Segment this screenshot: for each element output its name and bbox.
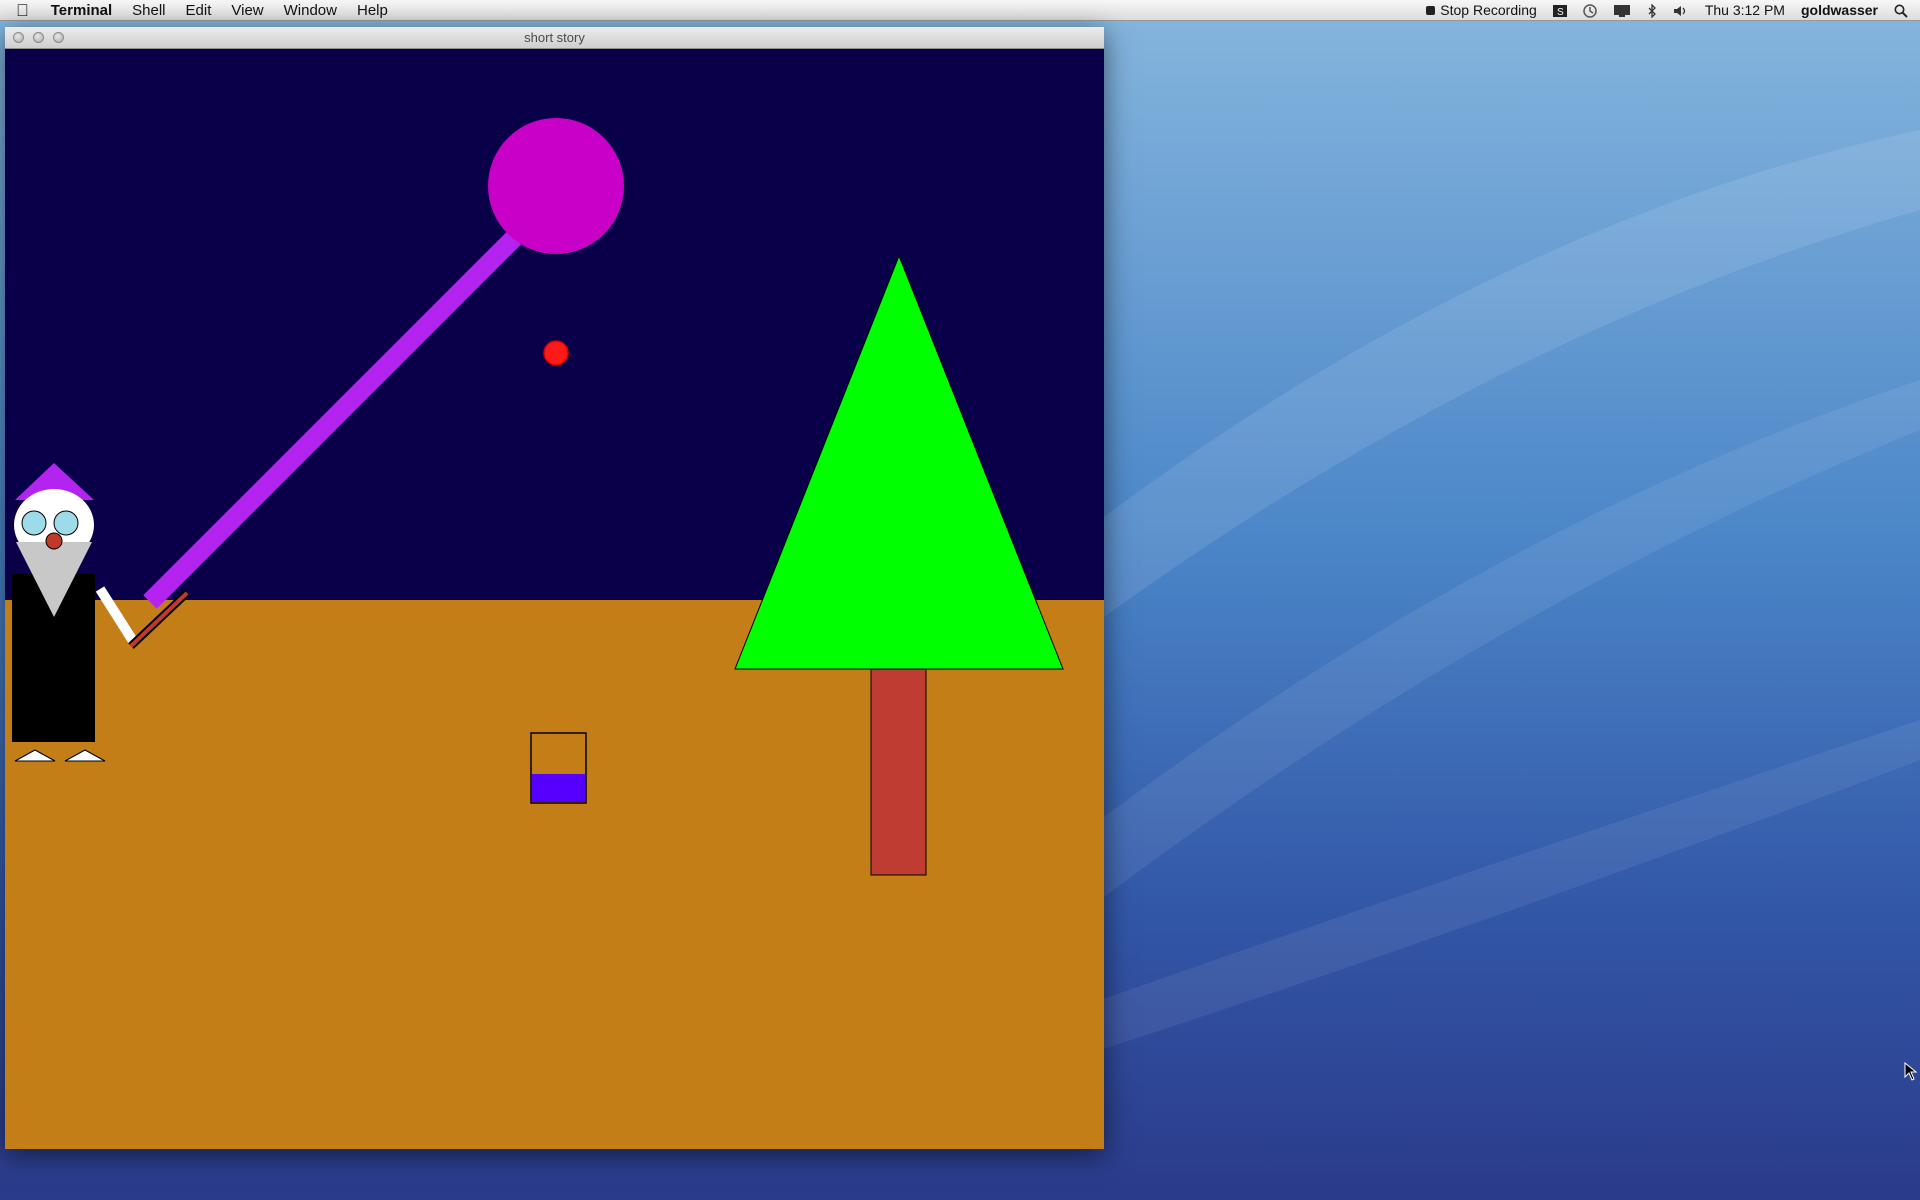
display-icon[interactable] bbox=[1613, 4, 1631, 18]
window-titlebar[interactable]: short story bbox=[5, 27, 1104, 49]
clock[interactable]: Thu 3:12 PM bbox=[1705, 0, 1785, 21]
menu-window[interactable]: Window bbox=[284, 0, 337, 21]
spotlight-search-icon[interactable] bbox=[1894, 4, 1908, 18]
cauldron-liquid bbox=[532, 774, 585, 802]
menu-shell[interactable]: Shell bbox=[132, 0, 165, 21]
menu-bar:  Terminal Shell Edit View Window Help S… bbox=[0, 0, 1920, 21]
red-spark bbox=[543, 340, 569, 366]
menu-app-name[interactable]: Terminal bbox=[51, 0, 112, 21]
time-machine-icon[interactable] bbox=[1583, 3, 1597, 18]
tree-trunk bbox=[870, 667, 927, 876]
wizard-nose bbox=[45, 532, 63, 550]
stop-recording-label: Stop Recording bbox=[1440, 2, 1537, 18]
stop-recording-button[interactable]: Stop Recording bbox=[1426, 0, 1537, 21]
volume-icon[interactable] bbox=[1673, 4, 1689, 18]
moon bbox=[488, 118, 624, 254]
user-name[interactable]: goldwasser bbox=[1801, 0, 1878, 21]
apple-icon[interactable]:  bbox=[16, 0, 29, 21]
input-menu-icon[interactable]: S bbox=[1552, 4, 1567, 18]
menu-edit[interactable]: Edit bbox=[186, 0, 212, 21]
wizard-eye-left bbox=[21, 510, 47, 536]
bluetooth-icon[interactable] bbox=[1647, 3, 1657, 18]
mouse-cursor-icon bbox=[1904, 1062, 1918, 1081]
wizard-eye-right bbox=[53, 510, 79, 536]
menu-help[interactable]: Help bbox=[357, 0, 388, 21]
svg-text:S: S bbox=[1557, 7, 1564, 18]
story-canvas bbox=[5, 49, 1104, 1149]
menu-view[interactable]: View bbox=[231, 0, 263, 21]
ground bbox=[5, 600, 1104, 1149]
stop-icon bbox=[1426, 6, 1436, 15]
app-window: short story bbox=[5, 27, 1104, 1149]
window-title: short story bbox=[524, 30, 585, 45]
